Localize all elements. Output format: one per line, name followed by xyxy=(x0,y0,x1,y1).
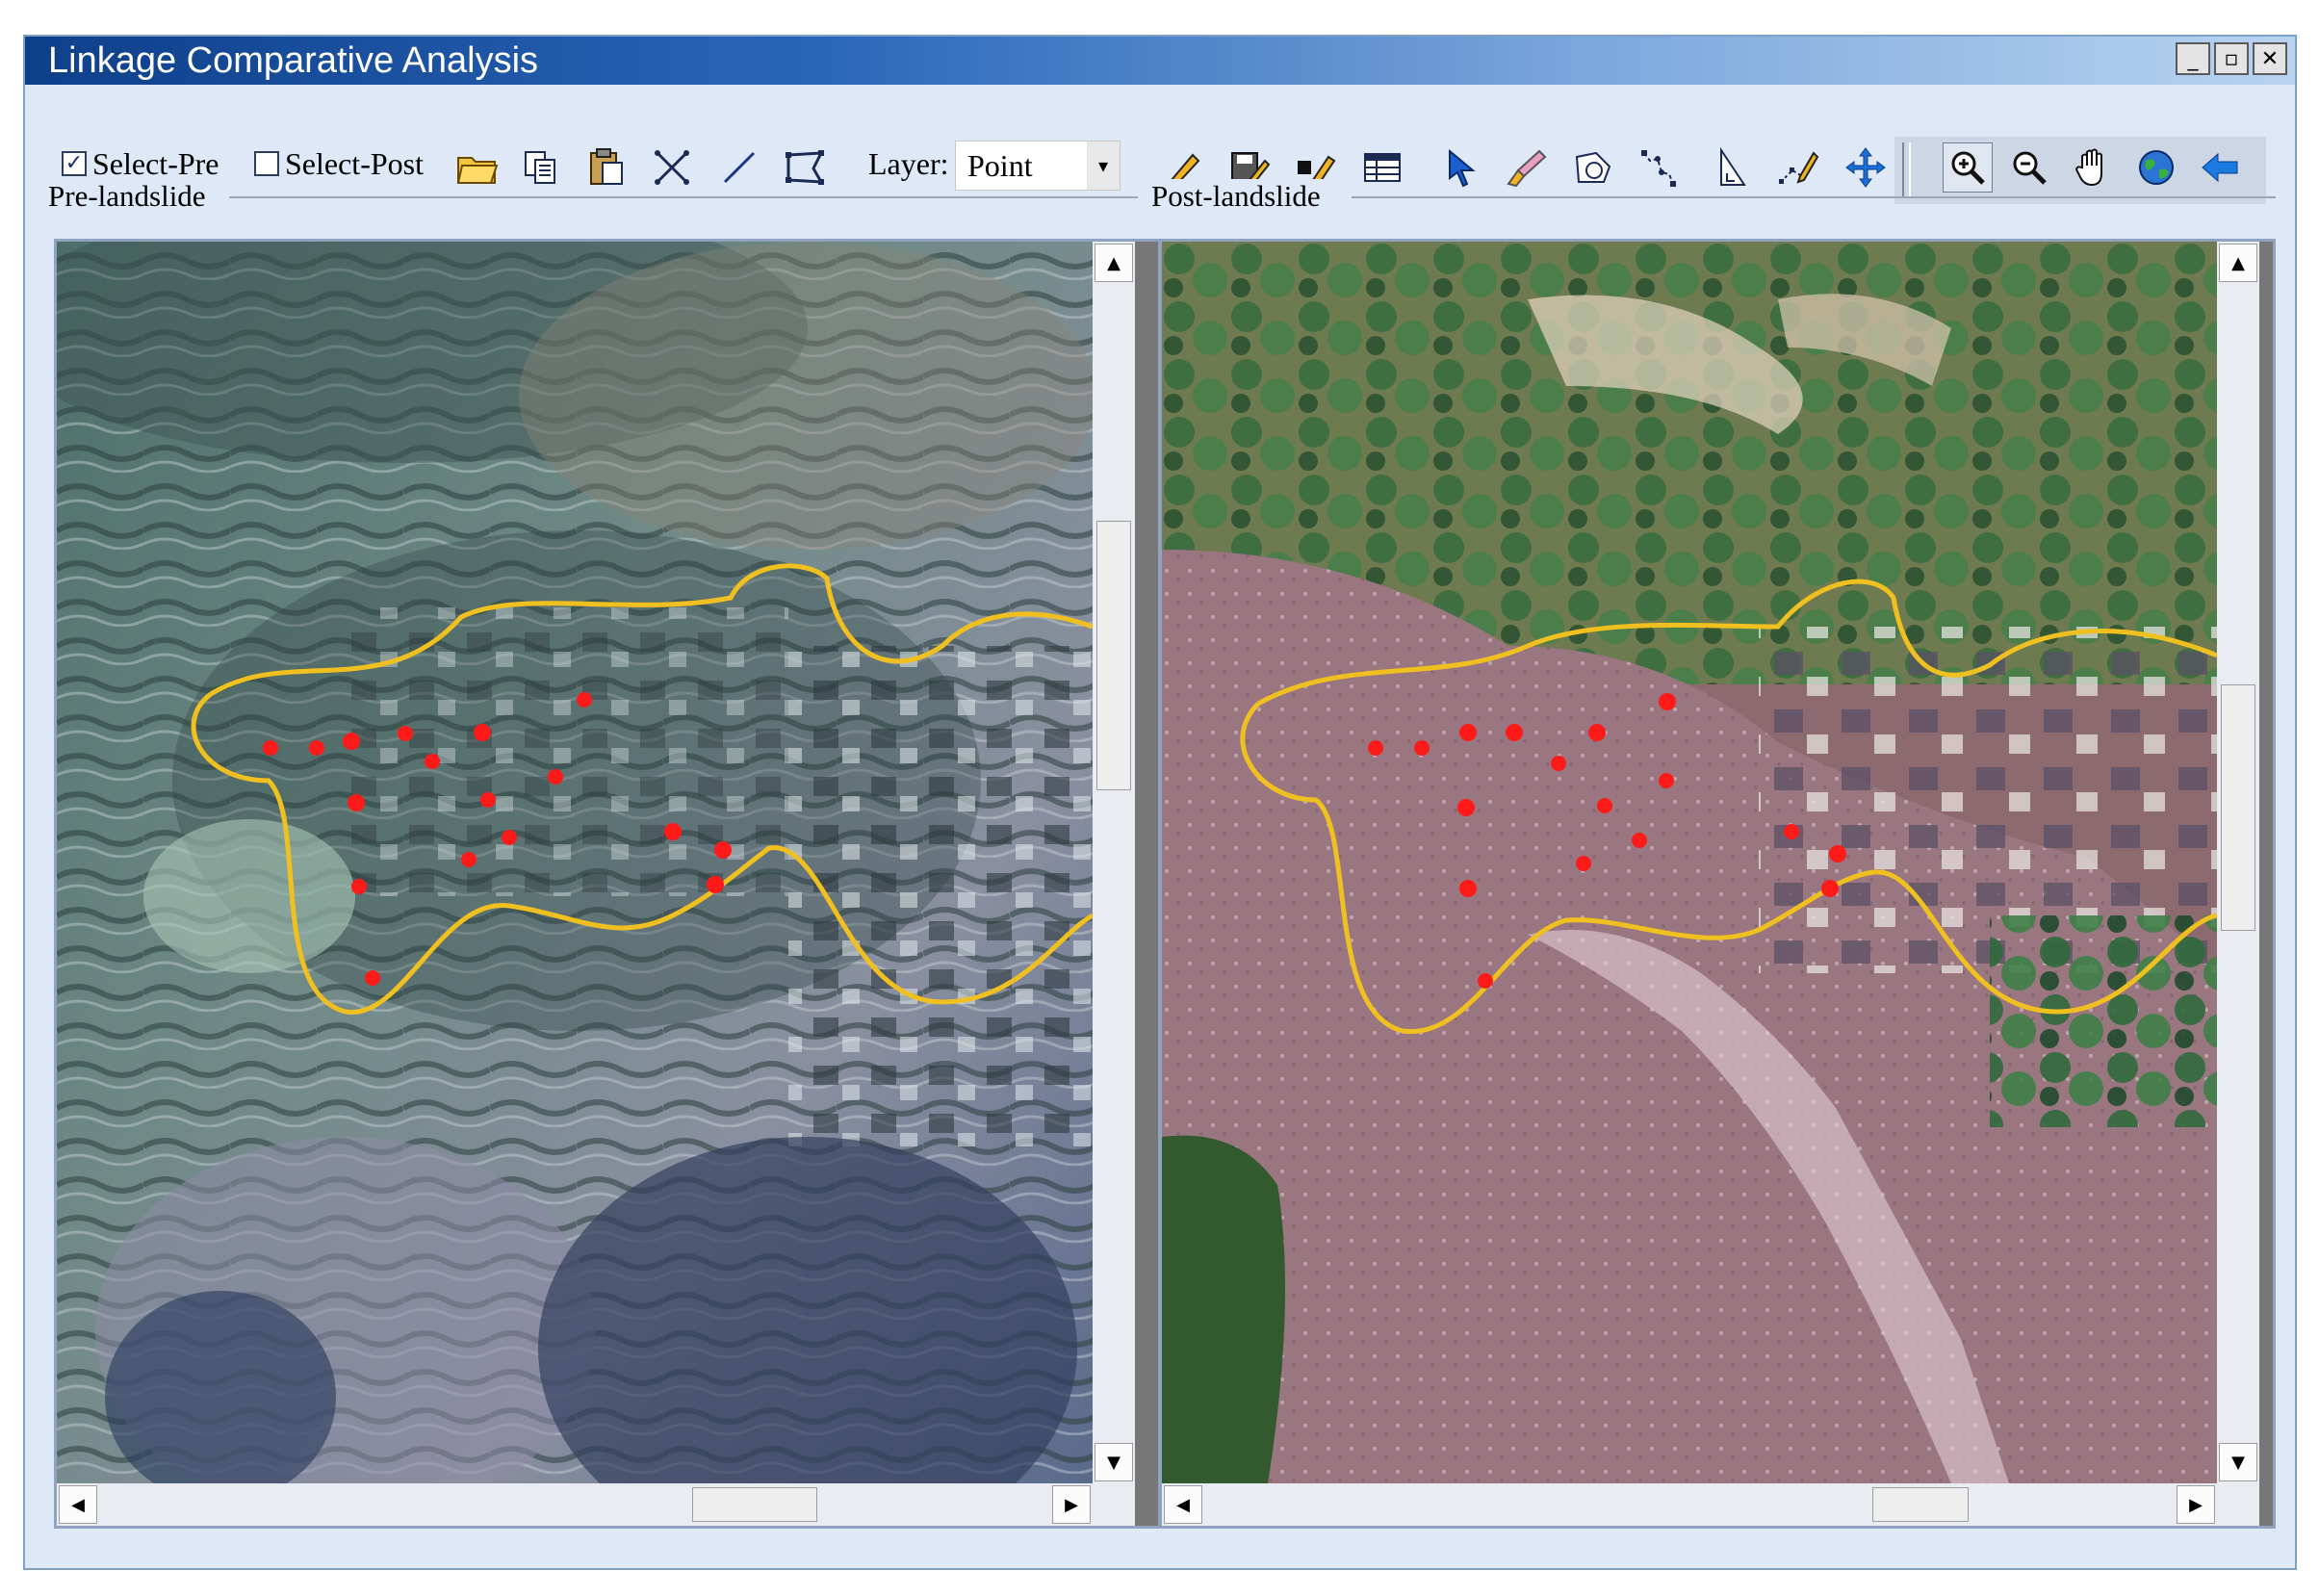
polygon-icon[interactable] xyxy=(782,144,828,191)
sample-point xyxy=(1588,724,1606,741)
sample-point xyxy=(714,841,732,859)
sample-point xyxy=(461,852,477,867)
toolbar-separator xyxy=(1902,142,1911,198)
sample-point xyxy=(1829,845,1846,862)
select-pre-check-icon: ✓ xyxy=(62,151,87,176)
post-landslide-map-view[interactable]: ▲ ▼ ◀ ▶ xyxy=(1159,239,2276,1529)
line-icon[interactable] xyxy=(716,144,762,191)
pre-vertical-scrollbar[interactable]: ▲ ▼ xyxy=(1093,242,1135,1483)
select-post-label: Select-Post xyxy=(285,145,424,181)
pre-pane-divider xyxy=(229,196,1138,198)
close-button[interactable]: ✕ xyxy=(2253,42,2287,75)
app-window: Linkage Comparative Analysis _ ▫ ✕ ✓ Sel… xyxy=(23,35,2297,1570)
sample-point xyxy=(1821,880,1839,897)
sample-point xyxy=(664,823,682,840)
sample-point xyxy=(263,740,278,756)
scroll-down-icon[interactable]: ▼ xyxy=(2219,1443,2257,1481)
sample-point xyxy=(1457,799,1475,816)
scroll-up-icon[interactable]: ▲ xyxy=(2219,244,2257,282)
sample-point xyxy=(1659,693,1676,710)
select-pre-label: Select-Pre xyxy=(92,145,219,181)
sample-point xyxy=(502,830,517,845)
select-arrow-icon[interactable] xyxy=(1438,144,1484,191)
sample-point xyxy=(1576,856,1591,871)
sample-point xyxy=(1459,724,1477,741)
select-post-check-icon xyxy=(254,151,279,176)
sample-point xyxy=(548,769,563,785)
post-pane-divider xyxy=(1352,196,2276,198)
sample-point xyxy=(1506,724,1523,741)
pre-horizontal-scrollbar[interactable]: ◀ ▶ xyxy=(57,1483,1135,1526)
post-horizontal-scroll-thumb[interactable] xyxy=(1872,1487,1969,1522)
sample-point xyxy=(474,724,491,741)
sample-point xyxy=(425,754,440,769)
sample-point xyxy=(1632,833,1647,848)
scroll-right-icon[interactable]: ▶ xyxy=(1052,1485,1091,1524)
sample-point xyxy=(1478,973,1493,989)
sample-point xyxy=(1414,740,1430,756)
sample-point xyxy=(1659,773,1674,788)
paste-icon[interactable] xyxy=(583,144,630,191)
post-landslide-image[interactable] xyxy=(1162,242,2217,1483)
sample-point xyxy=(351,879,367,894)
sample-point xyxy=(1597,798,1612,813)
window-title: Linkage Comparative Analysis xyxy=(48,40,539,81)
window-controls: _ ▫ ✕ xyxy=(2176,42,2287,75)
title-bar[interactable]: Linkage Comparative Analysis _ ▫ ✕ xyxy=(25,37,2295,85)
sample-point xyxy=(309,740,324,756)
route-icon[interactable] xyxy=(1635,144,1681,191)
post-horizontal-scrollbar[interactable]: ◀ ▶ xyxy=(1162,1483,2259,1526)
chevron-down-icon[interactable]: ▾ xyxy=(1087,142,1120,190)
sample-point xyxy=(577,692,592,708)
buffer-icon[interactable] xyxy=(1569,144,1615,191)
zoom-out-icon[interactable] xyxy=(2006,144,2052,191)
sample-point xyxy=(398,726,413,741)
intersect-icon[interactable] xyxy=(649,144,695,191)
copy-icon[interactable] xyxy=(518,144,564,191)
post-vertical-scroll-thumb[interactable] xyxy=(2221,684,2255,931)
zoom-in-icon[interactable] xyxy=(1943,142,1993,193)
minimize-button[interactable]: _ xyxy=(2176,42,2210,75)
pre-horizontal-scroll-thumb[interactable] xyxy=(692,1487,817,1522)
post-landslide-label: Post-landslide xyxy=(1151,179,1328,214)
pre-landslide-map-view[interactable]: ▲ ▼ ◀ ▶ xyxy=(54,239,1161,1529)
post-vertical-scrollbar[interactable]: ▲ ▼ xyxy=(2217,242,2259,1483)
layer-select[interactable]: Point ▾ xyxy=(955,141,1121,191)
sample-point xyxy=(480,792,496,808)
scroll-left-icon[interactable]: ◀ xyxy=(59,1485,97,1524)
measure-icon[interactable] xyxy=(1710,144,1756,191)
sample-point xyxy=(343,733,360,750)
scroll-left-icon[interactable]: ◀ xyxy=(1164,1485,1202,1524)
sample-point xyxy=(1368,740,1383,756)
pre-vertical-scroll-thumb[interactable] xyxy=(1096,521,1131,790)
pre-landslide-label: Pre-landslide xyxy=(48,179,214,214)
toolbar: ✓ Select-Pre Select-Post Layer: Point ▾ xyxy=(25,87,2295,204)
sample-point xyxy=(365,970,380,986)
vertex-edit-icon[interactable] xyxy=(1775,144,1821,191)
layer-select-value: Point xyxy=(967,147,1033,183)
select-post-checkbox[interactable]: Select-Post xyxy=(254,141,424,187)
scroll-down-icon[interactable]: ▼ xyxy=(1095,1443,1133,1481)
restore-button[interactable]: ▫ xyxy=(2214,42,2249,75)
pan-move-icon[interactable] xyxy=(1842,144,1889,191)
hand-pan-icon[interactable] xyxy=(2070,144,2116,191)
pre-landslide-image[interactable] xyxy=(57,242,1093,1483)
scroll-up-icon[interactable]: ▲ xyxy=(1095,244,1133,282)
sample-point xyxy=(1551,756,1566,771)
open-folder-icon[interactable] xyxy=(454,144,501,191)
globe-icon[interactable] xyxy=(2133,144,2179,191)
brush-icon[interactable] xyxy=(1504,144,1550,191)
scroll-right-icon[interactable]: ▶ xyxy=(2177,1485,2215,1524)
sample-point xyxy=(1459,880,1477,897)
sample-point xyxy=(348,794,365,811)
layer-label: Layer: xyxy=(868,145,949,181)
back-arrow-icon[interactable] xyxy=(2197,144,2243,191)
sample-point xyxy=(707,876,724,893)
sample-point xyxy=(1784,824,1799,839)
table-icon[interactable] xyxy=(1359,144,1405,191)
